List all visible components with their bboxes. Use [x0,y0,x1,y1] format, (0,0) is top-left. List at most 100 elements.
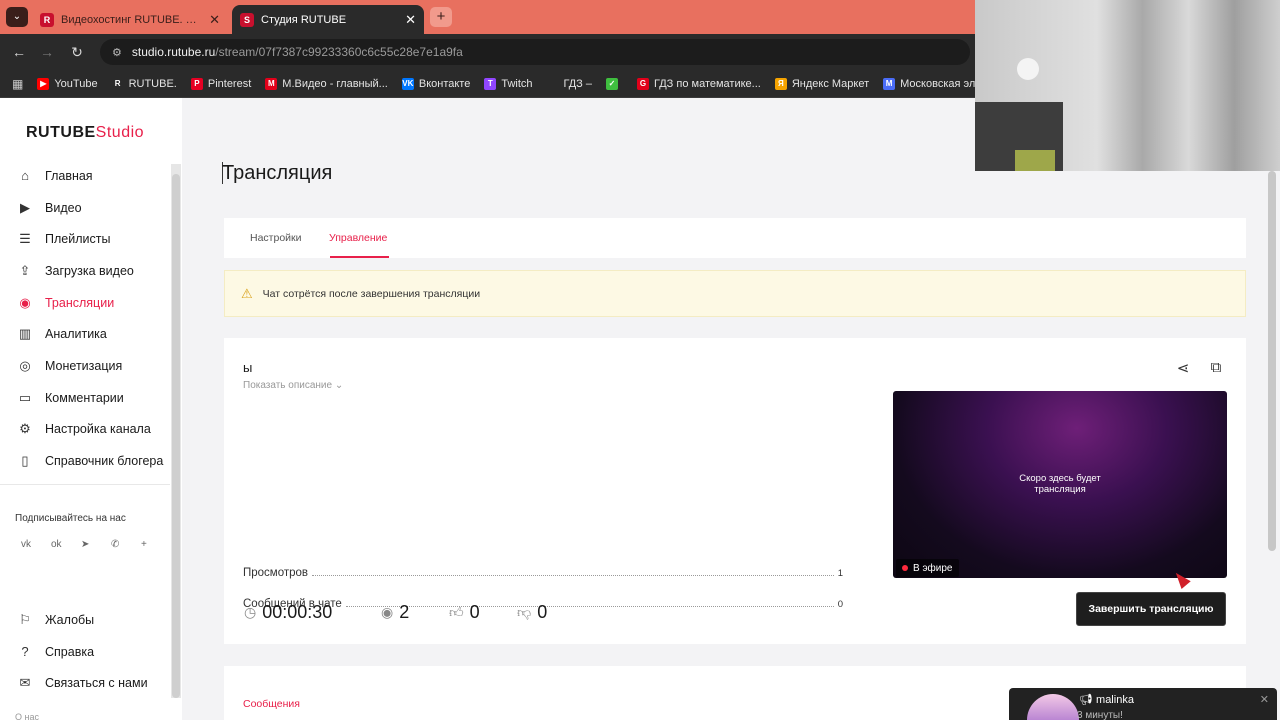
bookmark-item[interactable]: ГДЗ – [546,77,592,90]
sidebar-item-label: Трансляции [45,295,115,310]
logo-main-text: RUTUBE [26,124,96,141]
thumbs-up-icon: 👍︎ [449,604,464,620]
preview-placeholder-text: Скоро здесь будет трансляция [893,473,1227,495]
sidebar-item[interactable]: ☰ Плейлисты [0,223,170,255]
sidebar-item-label: Комментарии [45,390,124,405]
close-tab-icon[interactable]: ✕ [209,12,220,28]
preview-text-line1: Скоро здесь будет [1019,473,1101,484]
sidebar-item-label: Связаться с нами [45,676,148,691]
tab-search-button[interactable]: ⌄ [6,7,28,27]
url-host: studio.rutube.ru [131,45,216,59]
forward-arrow-icon[interactable]: → [38,43,56,61]
notification-popup[interactable]: 📢︎ malinka 3 минуты! ✕ [1009,688,1277,720]
bookmark-item[interactable]: М М.Видео - главный... [265,77,388,90]
share-icon[interactable]: ⋖ [1174,359,1192,377]
close-icon[interactable]: ✕ [1260,693,1269,706]
viewers-metric: ◉ 2 [381,602,409,623]
dislikes-value: 0 [537,602,548,622]
tab-management[interactable]: Управление [329,232,387,244]
tab-title: Студия RUTUBE [261,13,347,26]
analytics-icon: ▥ [18,326,32,342]
warning-text: Чат сотрётся после завершения трансляции [262,287,481,300]
url-input[interactable]: ⚙ studio.rutube.ru/stream/07f7387c992333… [100,39,970,65]
sidebar-item[interactable]: ⚙ Настройка канала [0,414,170,446]
likes-metric: 👍︎ 0 [449,602,480,623]
webcam-glow [1015,150,1055,171]
page-tabs: Настройки Управление [224,218,1246,258]
back-arrow-icon[interactable]: ← [10,43,28,61]
follow-us-label: Подписывайтесь на нас [15,513,126,524]
ok-icon[interactable]: ok [45,539,75,550]
bookmark-favicon-icon: М [265,77,278,90]
video-icon: ▶ [20,199,30,215]
about-link[interactable]: О нас [15,712,39,720]
sidebar-item[interactable]: ⌂ Главная [0,160,170,192]
reload-icon[interactable]: ↻ [68,43,86,61]
active-tab-indicator [330,256,389,258]
sidebar-item-label: Плейлисты [45,232,111,247]
bookmark-item[interactable]: P Pinterest [190,77,252,90]
bookmark-item[interactable]: Я Яндекс Маркет [774,77,870,90]
sidebar-menu: ⌂ Главная ▶ Видео ☰ Плейлисты ⇪ Загрузка видео ◉… [0,160,170,477]
sidebar-item[interactable]: ✉ Связаться с нами [0,667,170,699]
viber-icon[interactable]: ✆ [105,539,135,550]
home-icon: ⌂ [21,168,29,184]
sidebar-item[interactable]: ? Справка [0,636,170,668]
stat-views: Просмотров 1 [243,565,843,579]
viewers-value: 2 [399,602,410,622]
live-dot-icon [902,565,908,571]
bookmark-item[interactable]: T Twitch [484,77,533,90]
sidebar-item[interactable]: ▶ Видео [0,192,170,224]
browser-tab-rutube[interactable]: R Видеохостинг RUTUBE. Смотр ✕ [32,5,228,34]
plus-icon[interactable]: + [135,539,165,550]
live-badge: В эфире [896,559,959,577]
messages-title: Сообщения [243,698,300,710]
stat-value: 0 [837,599,843,610]
apps-grid-icon[interactable]: ▦ [12,77,23,91]
tab-settings[interactable]: Настройки [250,232,302,244]
clock-icon: ◷ [244,604,257,620]
rutube-studio-logo[interactable]: RUTUBEStudio [26,124,144,142]
sidebar-item[interactable]: ◎ Монетизация [0,350,170,382]
sidebar-item[interactable]: ◉ Трансляции [0,287,170,319]
flag-icon: ⚐ [19,611,31,627]
bookmark-item[interactable]: VK Вконтакте [401,77,470,90]
show-description-toggle[interactable]: Показать описание ⌄ [243,380,343,391]
sidebar-item-label: Главная [45,168,93,183]
site-info-icon[interactable]: ⚙ [112,46,122,59]
end-stream-button[interactable]: Завершить трансляцию [1076,592,1226,626]
new-tab-button[interactable]: + [430,7,452,27]
sidebar-item[interactable]: ▭ Комментарии [0,382,170,414]
sidebar-item[interactable]: ▥ Аналитика [0,318,170,350]
bookmark-item[interactable]: ▶ YouTube [37,77,98,90]
sidebar-item[interactable]: ⚐ Жалобы [0,604,170,636]
vk-icon[interactable]: vk [15,539,45,550]
stream-preview[interactable]: Скоро здесь будет трансляция В эфире [893,391,1227,578]
bookmark-favicon-icon: VK [401,77,414,90]
close-tab-icon[interactable]: ✕ [405,12,416,28]
telegram-icon[interactable]: ➤ [75,539,105,550]
sidebar-scrollbar-thumb[interactable] [172,174,180,698]
sidebar-item[interactable]: ⇪ Загрузка видео [0,255,170,287]
sidebar-item-label: Справка [45,644,95,659]
sidebar-item-label: Видео [45,200,82,215]
sidebar-item-label: Настройка канала [45,422,151,437]
sidebar-item[interactable]: ▯ Справочник блогера [0,445,170,477]
broadcast-icon: ◉ [19,294,31,310]
bookmark-item[interactable]: R RUTUBE. [111,77,177,90]
bookmark-label: Яндекс Маркет [791,77,870,90]
open-external-icon[interactable]: ⧉ [1207,359,1225,376]
bookmark-item[interactable]: ✓ [606,77,623,90]
mail-icon: ✉ [19,675,31,691]
logo-studio-text: Studio [95,124,145,141]
money-icon: ◎ [19,357,31,373]
bookmark-label: Pinterest [207,77,252,90]
megaphone-icon: 📢︎ [1079,694,1093,706]
browser-tab-studio[interactable]: S Студия RUTUBE ✕ [232,5,424,34]
page-scrollbar-thumb[interactable] [1268,171,1276,551]
url-path: /stream/07f7387c99233360c6c55c28e7e1a9fa [215,45,463,59]
chat-warning-banner: ⚠ Чат сотрётся после завершения трансляц… [224,270,1246,317]
dislikes-metric: 👎︎ 0 [517,602,547,623]
bookmark-label: RUTUBE. [128,77,177,90]
bookmark-item[interactable]: G ГДЗ по математике... [637,77,761,90]
